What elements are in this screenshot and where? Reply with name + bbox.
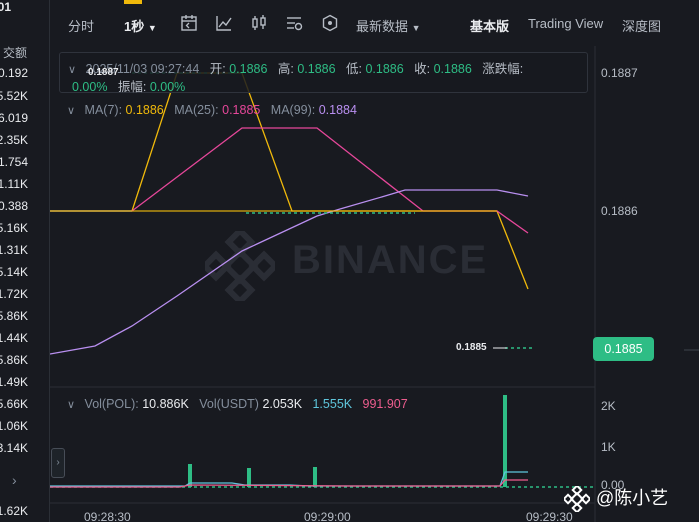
settings-icon[interactable] bbox=[285, 14, 303, 32]
order-book-value: 1.754 bbox=[0, 155, 28, 169]
current-price-badge: 0.1885 bbox=[593, 337, 654, 361]
right-edge-panel bbox=[680, 46, 699, 522]
vol-usdt-ma1: 1.555K bbox=[312, 397, 353, 411]
price-volume-chart bbox=[50, 46, 596, 522]
close-value: 0.1886 bbox=[433, 62, 472, 76]
low-value: 0.1886 bbox=[365, 62, 404, 76]
order-book-value: 0.192 bbox=[0, 66, 28, 80]
chart-toolbar: 分时 1秒 ▼ 最新数据 ▼ 基本版 Trading View 深度图 bbox=[50, 0, 699, 46]
ma99-label: MA(99): bbox=[270, 103, 316, 117]
chevron-down-icon[interactable]: ∨ bbox=[68, 64, 76, 76]
tab-time[interactable]: 分时 bbox=[68, 16, 94, 35]
price-tick-top: 0.1887 bbox=[601, 66, 638, 80]
volume-legend: ∨ Vol(POL): 10.886K Vol(USDT) 2.053K 1.5… bbox=[67, 397, 408, 411]
vol-usdt-label: Vol(USDT) bbox=[199, 397, 259, 411]
volume-tick-1k: 1K bbox=[601, 440, 616, 454]
latest-data-label: 最新数据 bbox=[356, 19, 409, 34]
ma7-value: 0.1886 bbox=[125, 103, 164, 117]
ma7-label: MA(7): bbox=[84, 103, 123, 117]
tab-tradingview[interactable]: Trading View bbox=[528, 16, 603, 31]
order-book-value: 5.16K bbox=[0, 221, 28, 235]
close-label: 收: bbox=[414, 62, 431, 76]
expand-handle-icon[interactable]: › bbox=[51, 448, 65, 478]
order-book-value: 6.019 bbox=[0, 111, 28, 125]
order-book-value: 5.86K bbox=[0, 353, 28, 367]
line-chart-icon[interactable] bbox=[215, 14, 233, 32]
vol-ma-cyan-line bbox=[50, 471, 528, 487]
order-book-value: 5.14K bbox=[0, 265, 28, 279]
chevron-down-icon[interactable]: ∨ bbox=[67, 105, 75, 117]
volume-bar bbox=[247, 468, 251, 487]
order-book-value: 1.44K bbox=[0, 331, 28, 345]
amplitude-label: 振幅: bbox=[117, 80, 147, 94]
active-indicator bbox=[124, 0, 142, 4]
ma99-value: 0.1884 bbox=[318, 103, 357, 117]
chevron-down-icon[interactable]: ∨ bbox=[67, 399, 75, 411]
vol-pol-value: 10.886K bbox=[142, 397, 189, 411]
amplitude-value: 0.00% bbox=[149, 80, 186, 94]
calendar-icon[interactable] bbox=[180, 14, 198, 32]
order-book-header-label: 交额 bbox=[2, 46, 27, 60]
high-price-marker: 0.1887 bbox=[88, 67, 119, 78]
order-book-value: 5.52K bbox=[0, 89, 28, 103]
low-label: 低: bbox=[345, 62, 362, 76]
interval-selector[interactable]: 1秒 ▼ bbox=[124, 16, 157, 35]
vol-usdt-value: 2.053K bbox=[262, 397, 303, 411]
volume-tick-2k: 2K bbox=[601, 399, 616, 413]
ma99-line bbox=[50, 189, 529, 355]
vol-usdt-ma2: 991.907 bbox=[362, 397, 408, 411]
indicator-hexagon-icon[interactable] bbox=[321, 14, 339, 32]
author-watermark: @陈小艺 bbox=[596, 488, 669, 508]
high-value: 0.1886 bbox=[297, 62, 336, 76]
ma25-label: MA(25): bbox=[174, 103, 219, 117]
time-tick-2: 09:29:00 bbox=[304, 510, 351, 522]
price-tick-mid: 0.1886 bbox=[601, 204, 638, 218]
expand-arrow-icon[interactable]: › bbox=[12, 472, 17, 488]
high-label: 高: bbox=[277, 62, 294, 76]
ma25-line bbox=[50, 127, 529, 234]
chevron-down-icon: ▼ bbox=[411, 23, 421, 33]
order-book-value: 1.49K bbox=[0, 375, 28, 389]
volume-bar bbox=[313, 467, 317, 487]
open-value: 0.1886 bbox=[229, 62, 268, 76]
low-price-marker: 0.1885 bbox=[456, 342, 487, 353]
change-label: 涨跌幅: bbox=[482, 62, 524, 76]
latest-data-dropdown[interactable]: 最新数据 ▼ bbox=[356, 16, 421, 35]
interval-label: 1秒 bbox=[124, 19, 145, 34]
order-book-header-fragment: 01 bbox=[0, 0, 11, 14]
tab-basic[interactable]: 基本版 bbox=[470, 16, 509, 35]
info-row-1: ∨ 2025/11/03 09:27:44 开: 0.1886 高: 0.188… bbox=[68, 58, 523, 77]
order-book-value: 5.86K bbox=[0, 309, 28, 323]
chevron-down-icon: ▼ bbox=[147, 23, 157, 33]
time-tick-1: 09:28:30 bbox=[84, 510, 131, 522]
order-book-value: 5.66K bbox=[0, 397, 28, 411]
candlestick-icon[interactable] bbox=[250, 14, 268, 32]
tab-depth[interactable]: 深度图 bbox=[622, 16, 661, 35]
order-book-value: 0.388 bbox=[0, 199, 28, 213]
order-book-value: 2.35K bbox=[0, 133, 28, 147]
weibo-diamond-icon bbox=[564, 486, 590, 512]
open-label: 开: bbox=[209, 62, 226, 76]
ohlc-info-box: ∨ 2025/11/03 09:27:44 开: 0.1886 高: 0.188… bbox=[59, 52, 588, 95]
order-book-value: 1.11K bbox=[0, 177, 28, 191]
ma25-value: 0.1885 bbox=[222, 103, 261, 117]
vol-pol-label: Vol(POL): bbox=[84, 397, 139, 411]
order-book-value: 3.14K bbox=[0, 441, 28, 455]
order-book-value: 1.62K bbox=[0, 504, 28, 518]
chart-panel[interactable]: BINANCE ∨ 2025/11/03 09:27:44 开: 0.1886 bbox=[50, 46, 680, 522]
change-value: 0.00% bbox=[72, 80, 108, 94]
order-book-value: 1.31K bbox=[0, 243, 28, 257]
order-book-partial: 01 交额 0.192 5.52K 6.019 2.35K 1.754 1.11K 0.38… bbox=[0, 0, 50, 522]
info-row-2: 0.00% 振幅: 0.00% bbox=[72, 76, 185, 95]
order-book-value: 1.06K bbox=[0, 419, 28, 433]
order-book-value: 1.72K bbox=[0, 287, 28, 301]
ma-legend: ∨ MA(7): 0.1886 MA(25): 0.1885 MA(99): 0… bbox=[67, 103, 357, 117]
